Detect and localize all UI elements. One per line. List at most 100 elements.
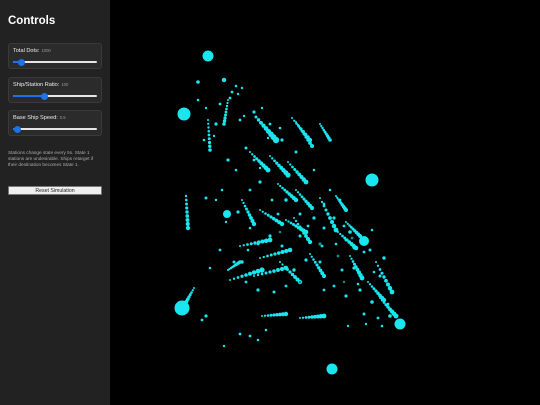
ship-dot (298, 234, 302, 238)
ship-dot (334, 242, 338, 246)
ship-trail-dot (345, 221, 347, 223)
total-dots-slider-thumb[interactable] (17, 58, 25, 66)
total-dots-slider[interactable] (13, 58, 97, 66)
ship-dot (226, 158, 230, 162)
ship-trail-dot (309, 253, 311, 255)
ship-trail-dot (389, 289, 395, 295)
ship-trail-dot (191, 289, 194, 292)
ship-dot (276, 212, 280, 216)
ship-trail-dot (329, 219, 335, 225)
ship-trail-dot (208, 148, 212, 152)
base-ship-speed-slider-thumb[interactable] (13, 125, 21, 133)
ship-trail-dot (286, 268, 289, 271)
ship-dot (230, 90, 234, 94)
station-dot (326, 363, 338, 375)
station-dot (394, 318, 406, 330)
ship-trail-dot (300, 195, 304, 199)
ship-trail-dot (248, 271, 252, 276)
ship-trail-dot (207, 140, 212, 145)
ship-trail-dot (299, 317, 301, 319)
ship-trail-dot (312, 258, 315, 261)
station-dot (177, 107, 191, 121)
ship-dot (240, 86, 244, 90)
ship-trail-dot (384, 278, 388, 283)
ship-trail-dot (294, 219, 298, 223)
ship-dot (298, 280, 302, 284)
ship-trail-dot (285, 172, 291, 178)
ship-dot (260, 106, 264, 110)
ship-dot (204, 314, 208, 318)
ship-trail-dot (281, 263, 284, 266)
ship-trail-dot (262, 255, 265, 259)
ship-trail-dot (207, 126, 210, 129)
ship-dot (370, 228, 374, 232)
ship-trail-dot (306, 138, 310, 142)
ship-dot (358, 288, 362, 292)
ship-trail-dot (382, 301, 386, 304)
ship-dot (256, 288, 260, 292)
ship-trail-dot (287, 220, 290, 223)
ship-dot (332, 284, 336, 288)
ship-trail-dot (225, 104, 229, 108)
ship-dot (380, 324, 384, 328)
ship-trail-dot (251, 221, 257, 227)
ship-dot (244, 146, 248, 150)
ship-station-ratio-slider-thumb[interactable] (40, 92, 48, 100)
ship-dot (248, 226, 252, 230)
ship-dot (224, 220, 228, 224)
ship-trail-dot (185, 221, 190, 227)
ship-trail-dot (256, 118, 261, 122)
ship-station-ratio-slider[interactable] (13, 92, 97, 100)
simulation-canvas[interactable] (110, 0, 540, 405)
base-ship-speed-value: 0.5 (59, 115, 66, 120)
ship-dot (338, 198, 342, 202)
ship-dot (238, 118, 242, 122)
station-dot (223, 210, 231, 218)
ship-trail-dot (264, 271, 268, 275)
ship-dot (270, 198, 274, 202)
reset-simulation-button[interactable]: Reset Simulation (8, 186, 102, 195)
ship-dot (342, 280, 346, 284)
ship-trail-dot (303, 179, 309, 185)
ship-trail-dot (259, 267, 265, 273)
ship-dot (312, 168, 316, 172)
ship-trail-dot (288, 270, 292, 274)
ship-trail-dot (239, 245, 241, 247)
ship-dot (284, 198, 288, 202)
ship-trail-dot (359, 275, 365, 281)
ship-dot (212, 134, 216, 138)
ship-trail-dot (315, 263, 319, 267)
ship-dot (292, 268, 296, 272)
ship-trail-dot (380, 299, 384, 302)
ship-trail-dot (287, 161, 289, 163)
ship-dot (200, 318, 204, 322)
ship-trail-dot (240, 274, 244, 278)
ship-dot (228, 96, 232, 100)
ship-trail-dot (268, 270, 272, 274)
ship-trail-dot (223, 116, 227, 120)
ship-trail-dot (280, 250, 285, 254)
ship-trail-dot (251, 270, 257, 275)
ship-trail-dot (378, 268, 382, 271)
ship-trail-dot (261, 210, 264, 213)
ship-trail-dot (293, 217, 295, 219)
ship-trail-dot (298, 126, 302, 130)
ship-trail-dot (385, 282, 391, 287)
ship-trail-dot (279, 184, 282, 188)
ship-trail-dot (368, 283, 372, 286)
ship-trail-dot (298, 193, 302, 196)
ship-trail-dot (227, 99, 229, 101)
ship-trail-dot (326, 212, 330, 216)
ship-dot (232, 260, 236, 264)
ship-trail-dot (207, 119, 209, 121)
ship-dot (240, 260, 244, 264)
ship-trail-dot (222, 122, 226, 126)
ship-dot (284, 284, 288, 288)
station-dot (202, 50, 214, 62)
ship-trail-dot (241, 199, 243, 201)
ship-trail-dot (367, 281, 369, 283)
ship-trail-dot (393, 313, 399, 319)
ship-trail-dot (269, 155, 271, 157)
ship-dot (204, 106, 208, 110)
base-ship-speed-slider[interactable] (13, 125, 97, 133)
